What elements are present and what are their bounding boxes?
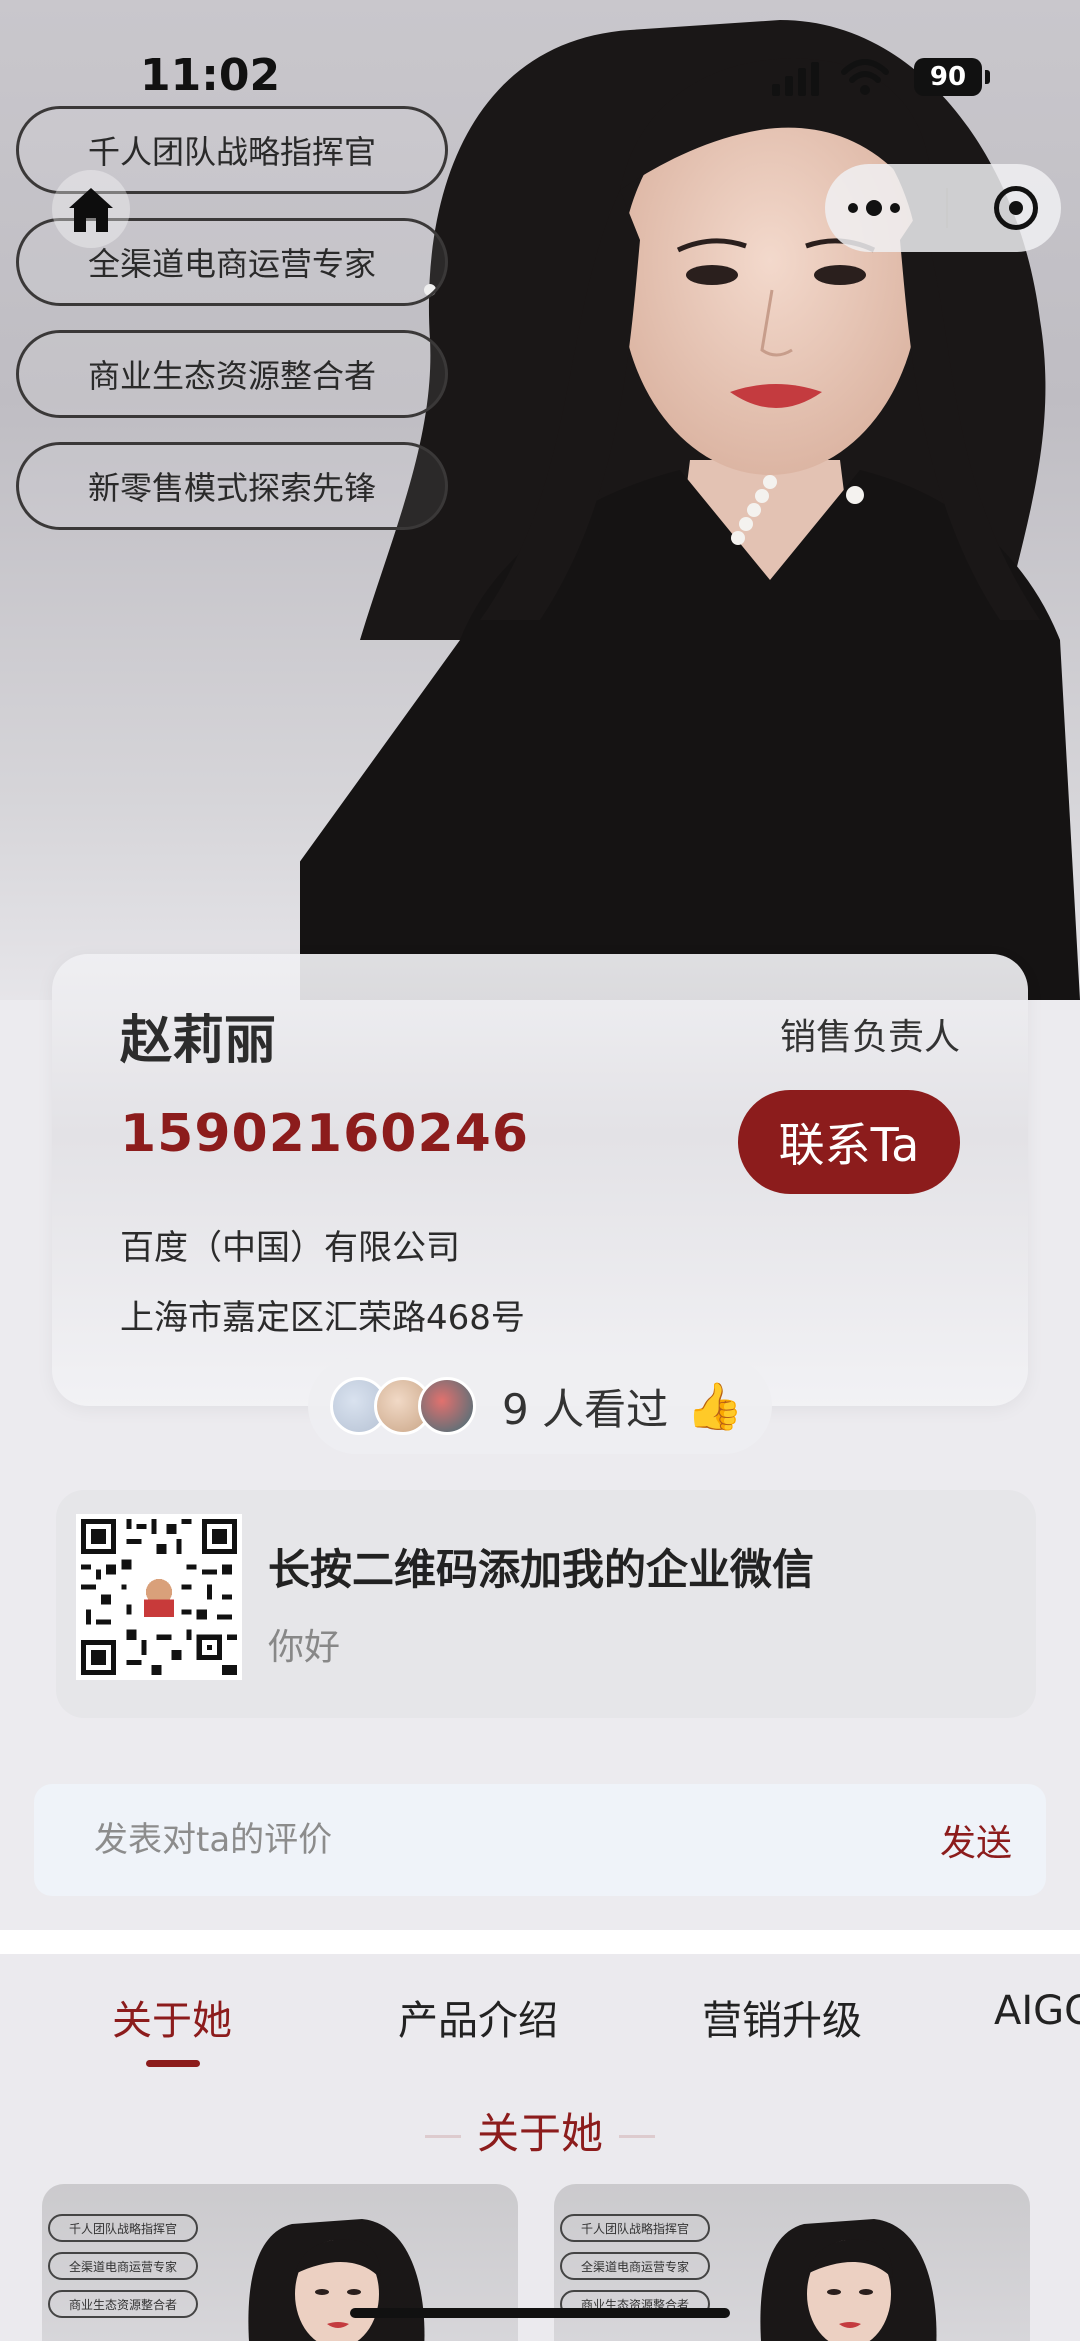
mini-tag: 千人团队战略指挥官: [560, 2214, 710, 2242]
mini-tag: 全渠道电商运营专家: [560, 2252, 710, 2280]
tab-about-her[interactable]: 关于她: [112, 1988, 232, 2046]
viewers-count: 9 人看过: [502, 1384, 669, 1434]
viewer-avatars: [330, 1377, 476, 1435]
profile-phone[interactable]: 15902160246: [120, 1104, 529, 1164]
profile-company: 百度（中国）有限公司: [120, 1228, 460, 1268]
profile-name: 赵莉丽: [120, 1011, 277, 1071]
status-bar: 11:02 90: [0, 50, 1080, 110]
profile-address: 上海市嘉定区汇荣路468号: [120, 1298, 525, 1338]
tag-4: 新零售模式探索先锋: [16, 442, 448, 530]
tab-product-intro[interactable]: 产品介绍: [398, 1988, 558, 2046]
section-divider: [0, 1930, 1080, 1954]
tabs-section: 关于她 产品介绍 营销升级 AIGC 关于她 千人团队战略指挥官 全渠道电商运营…: [0, 1954, 1080, 2341]
mini-portrait: [760, 2219, 937, 2341]
qr-code[interactable]: [76, 1514, 242, 1680]
wifi-icon: [841, 59, 889, 95]
avatar: [418, 1377, 476, 1435]
tag-3: 商业生态资源整合者: [16, 330, 448, 418]
mini-tag: 商业生态资源整合者: [48, 2290, 198, 2318]
comment-bar: 发送: [34, 1784, 1046, 1896]
viewers-badge[interactable]: 9 人看过 👍: [308, 1358, 772, 1454]
thumbs-up-icon: 👍: [686, 1378, 744, 1433]
signal-icon: [772, 62, 819, 96]
battery-icon: 90: [914, 58, 990, 96]
contact-button[interactable]: 联系Ta: [738, 1090, 960, 1194]
send-button[interactable]: 发送: [940, 1814, 1012, 1866]
more-options-button[interactable]: [848, 200, 900, 216]
active-tab-indicator: [146, 2060, 200, 2067]
miniprogram-capsule: [825, 164, 1061, 252]
mini-tag: 全渠道电商运营专家: [48, 2252, 198, 2280]
qr-title: 长按二维码添加我的企业微信: [268, 1545, 815, 1594]
qr-card: 长按二维码添加我的企业微信 你好: [56, 1490, 1036, 1718]
mini-portrait: [248, 2219, 425, 2341]
status-time: 11:02: [140, 50, 281, 101]
mini-tag: 千人团队战略指挥官: [48, 2214, 198, 2242]
home-icon: [69, 188, 113, 232]
home-button[interactable]: [52, 170, 130, 248]
tab-aigc[interactable]: AIGC: [994, 1988, 1080, 2034]
comment-input[interactable]: [94, 1820, 854, 1860]
home-indicator: [350, 2308, 730, 2318]
profile-card: 赵莉丽 销售负责人 15902160246 联系Ta 百度（中国）有限公司 上海…: [52, 954, 1028, 1406]
hero-section: 11:02 90 千人团队战略指挥官 全渠道电商运营专家 商业生态资源整合者 新…: [0, 0, 1080, 1000]
qr-subtitle: 你好: [268, 1627, 341, 1668]
profile-role: 销售负责人: [779, 1017, 960, 1058]
tab-marketing-upgrade[interactable]: 营销升级: [702, 1988, 862, 2046]
capsule-divider: [946, 188, 948, 228]
close-miniprogram-button[interactable]: [994, 186, 1038, 230]
section-title: 关于她: [0, 2100, 1080, 2161]
